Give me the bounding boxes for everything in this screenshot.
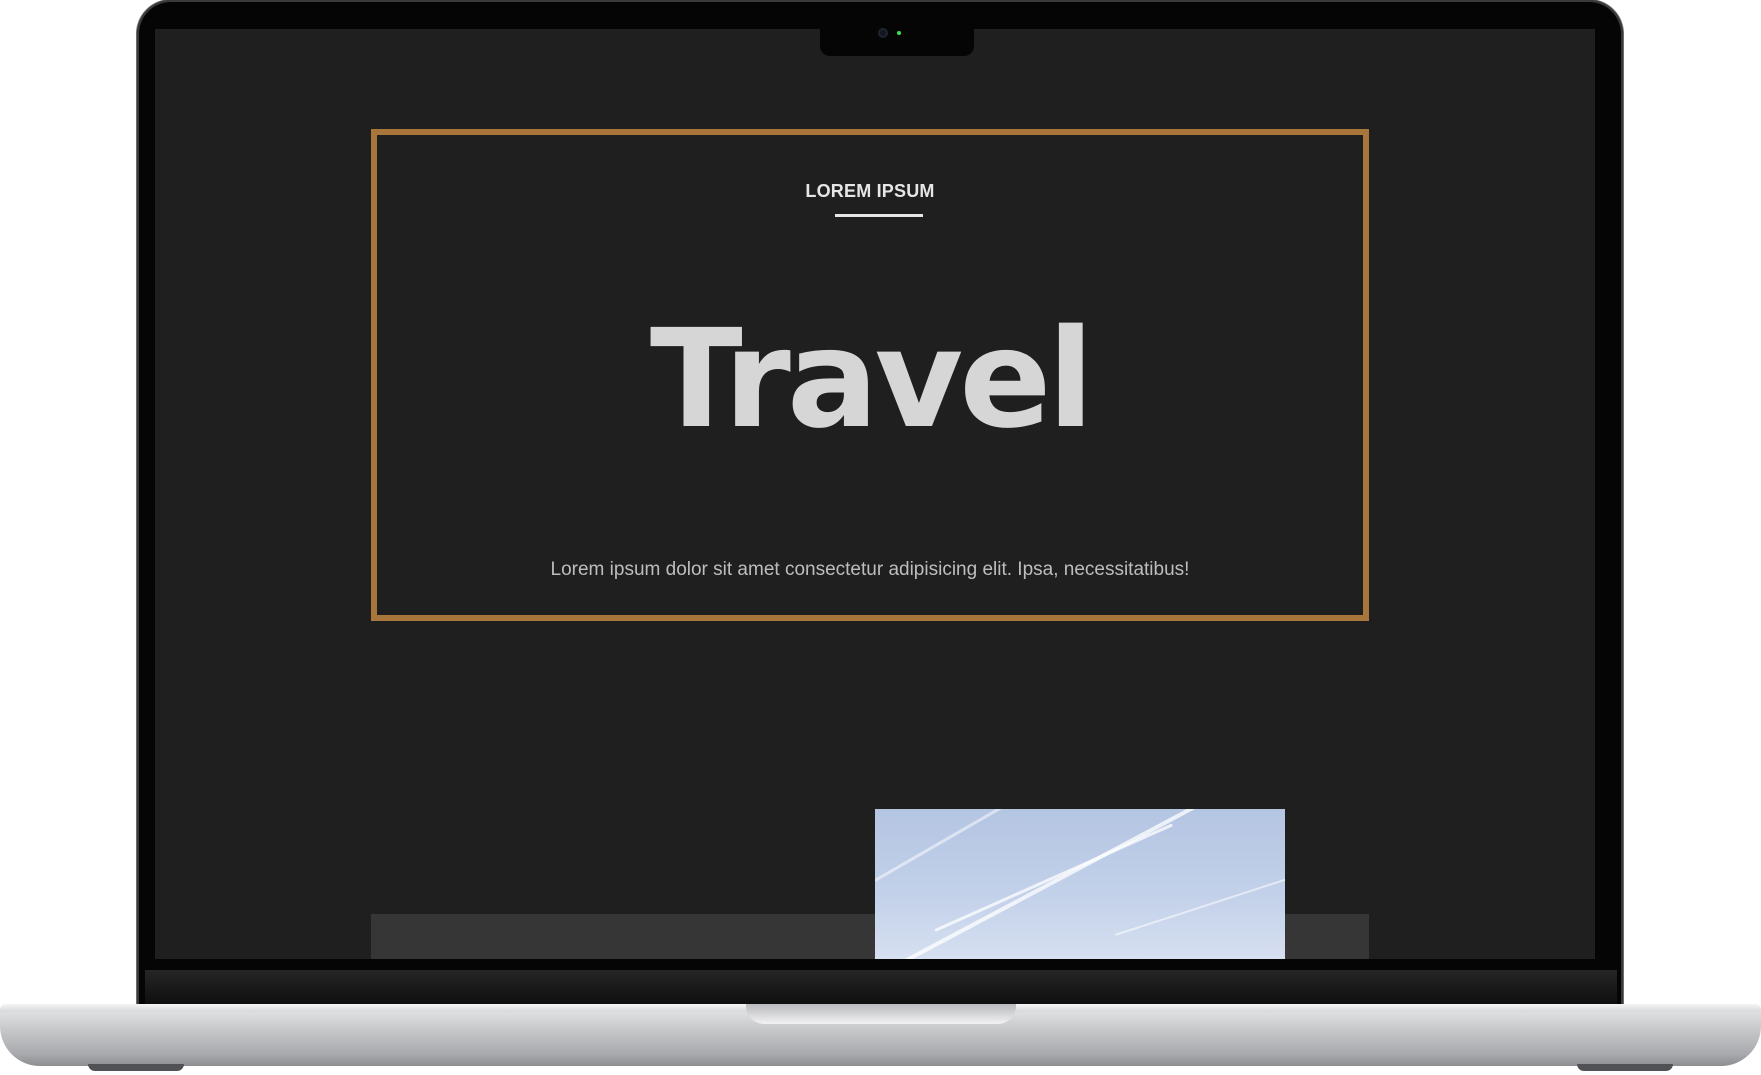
hero-eyebrow: LOREM IPSUM xyxy=(805,181,935,201)
contrail-line xyxy=(875,809,1006,882)
contrail-line xyxy=(934,823,1174,932)
laptop-screen: LOREM IPSUM Travel Lorem ipsum dolor sit… xyxy=(155,29,1595,959)
laptop-mockup-stage: LOREM IPSUM Travel Lorem ipsum dolor sit… xyxy=(0,0,1761,1075)
hero-frame: LOREM IPSUM Travel Lorem ipsum dolor sit… xyxy=(371,129,1369,621)
camera-indicator-light xyxy=(897,31,901,35)
camera-icon xyxy=(878,28,888,38)
hero-subtitle: Lorem ipsum dolor sit amet consectetur a… xyxy=(550,559,1190,580)
eyebrow-underline xyxy=(835,214,923,217)
screen-bottom-bezel xyxy=(145,970,1617,1005)
sky-contrails-image xyxy=(875,809,1285,959)
lid-opening-notch xyxy=(746,1004,1016,1024)
contrail-line xyxy=(1114,878,1285,936)
laptop-foot-left xyxy=(88,1064,184,1071)
hero-title: Travel xyxy=(649,301,1094,459)
laptop-foot-right xyxy=(1577,1064,1673,1071)
camera-notch xyxy=(820,22,974,56)
